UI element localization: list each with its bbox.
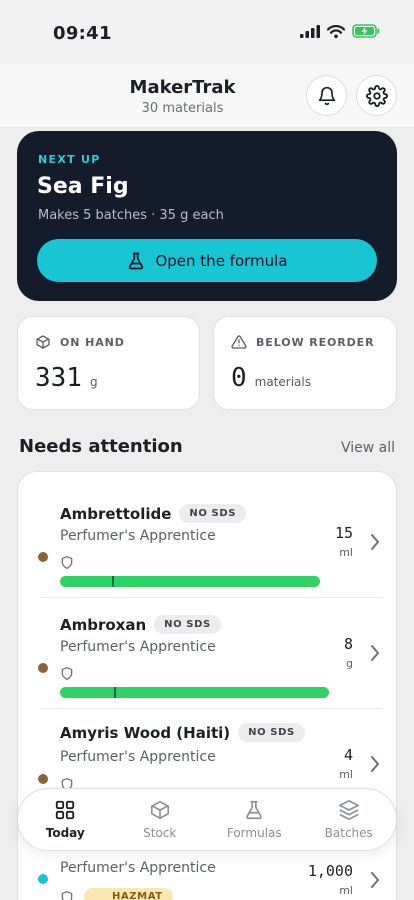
tab-stock[interactable]: Stock — [113, 789, 208, 850]
quantity: 15 ml — [335, 524, 353, 559]
stock-level-bar — [60, 687, 329, 698]
supplier-name: Perfumer's Apprentice — [60, 860, 216, 876]
next-up-label: NEXT UP — [38, 153, 101, 166]
wifi-icon — [327, 24, 345, 38]
no-sds-badge: NO SDS — [238, 723, 305, 742]
supplier-name: Perfumer's Apprentice — [60, 528, 216, 544]
reorder-marker — [112, 576, 114, 587]
below-reorder-label: BELOW REORDER — [256, 335, 375, 349]
box-icon — [36, 335, 50, 349]
gear-icon — [365, 84, 388, 107]
box-icon — [150, 800, 169, 820]
quantity-value: 8 — [343, 635, 353, 653]
material-name: Ambrettolide — [60, 504, 172, 523]
no-sds-badge: NO SDS — [179, 504, 247, 523]
status-dot — [38, 774, 48, 784]
next-formula-meta: Makes 5 batches · 35 g each — [38, 208, 224, 223]
status-time: 09:41 — [53, 23, 112, 44]
bell-icon — [318, 86, 335, 105]
below-reorder-value-group: 0 materials — [231, 363, 311, 393]
battery-charging-icon — [352, 24, 380, 38]
tab-today[interactable]: Today — [18, 789, 113, 850]
stock-level-bar — [60, 576, 320, 587]
reorder-marker — [114, 687, 116, 698]
tab-formulas[interactable]: Formulas — [207, 789, 302, 850]
quantity: 8 g — [344, 635, 353, 670]
view-all-link[interactable]: View all — [341, 440, 395, 456]
tab-bar: Today Stock Formulas Batches — [17, 788, 397, 851]
tab-label: Today — [45, 826, 85, 840]
next-up-card: NEXT UP Sea Fig Makes 5 batches · 35 g e… — [17, 131, 397, 301]
on-hand-card[interactable]: ON HAND 331 g — [17, 316, 200, 410]
quantity-value: 15 — [334, 524, 353, 542]
item-name-line: Ambroxan NO SDS — [60, 615, 221, 634]
item-name-line: Ambrettolide NO SDS — [60, 504, 247, 523]
below-reorder-header: BELOW REORDER — [231, 334, 374, 350]
quantity: 1,000 ml — [308, 862, 353, 897]
shield-icon — [61, 556, 73, 569]
below-reorder-card[interactable]: BELOW REORDER 0 materials — [213, 316, 397, 410]
chevron-right-icon — [371, 872, 379, 888]
no-sds-badge: NO SDS — [154, 615, 221, 634]
below-reorder-unit: materials — [254, 375, 311, 389]
tab-label: Stock — [143, 826, 177, 840]
layers-icon — [338, 800, 359, 820]
status-dot — [38, 552, 48, 562]
tab-batches[interactable]: Batches — [302, 789, 397, 850]
flask-icon — [246, 800, 263, 820]
shield-icon — [61, 891, 73, 900]
material-name: Amyris Wood (Haiti) — [60, 723, 231, 742]
on-hand-unit: g — [89, 375, 98, 389]
next-formula-name: Sea Fig — [37, 174, 129, 199]
hazmat-badge: HAZMAT — [84, 888, 173, 900]
quantity-unit: ml — [339, 884, 353, 897]
list-item[interactable]: Ambrettolide NO SDS Perfumer's Apprentic… — [18, 487, 396, 598]
needs-attention-title: Needs attention — [19, 436, 183, 457]
material-name: Ambroxan — [60, 615, 147, 634]
quantity-unit: g — [346, 657, 353, 670]
tab-label: Batches — [324, 826, 373, 840]
below-reorder-value: 0 — [231, 363, 247, 393]
on-hand-header: ON HAND — [35, 334, 125, 350]
grid-icon — [56, 800, 75, 820]
chevron-right-icon — [371, 756, 379, 772]
quantity-unit: ml — [339, 546, 353, 559]
settings-button[interactable] — [356, 75, 397, 116]
flask-icon — [129, 252, 144, 269]
supplier-name: Perfumer's Apprentice — [60, 639, 216, 655]
quantity-value: 1,000 — [307, 862, 353, 880]
chevron-right-icon — [371, 645, 379, 661]
status-dot — [38, 663, 48, 673]
open-formula-button[interactable]: Open the formula — [37, 239, 377, 282]
on-hand-value: 331 — [35, 363, 82, 393]
quantity: 4 ml — [339, 746, 353, 781]
chevron-right-icon — [371, 534, 379, 550]
list-item[interactable]: Ambroxan NO SDS Perfumer's Apprentice 8 … — [18, 598, 396, 709]
status-icons — [300, 24, 380, 38]
status-dot — [38, 874, 48, 884]
notifications-button[interactable] — [306, 75, 347, 116]
app-header: MakerTrak 30 materials — [0, 64, 414, 128]
supplier-name: Perfumer's Apprentice — [60, 749, 216, 765]
status-bar: 09:41 — [0, 0, 414, 64]
on-hand-label: ON HAND — [60, 335, 125, 349]
open-formula-label: Open the formula — [155, 251, 288, 270]
quantity-value: 4 — [343, 746, 353, 764]
on-hand-value-group: 331 g — [35, 363, 98, 393]
tab-label: Formulas — [226, 826, 282, 840]
quantity-unit: ml — [339, 768, 353, 781]
warning-triangle-icon — [231, 335, 247, 349]
item-name-line: Amyris Wood (Haiti) NO SDS — [60, 723, 305, 742]
signal-icon — [300, 24, 320, 38]
shield-icon — [61, 667, 73, 680]
